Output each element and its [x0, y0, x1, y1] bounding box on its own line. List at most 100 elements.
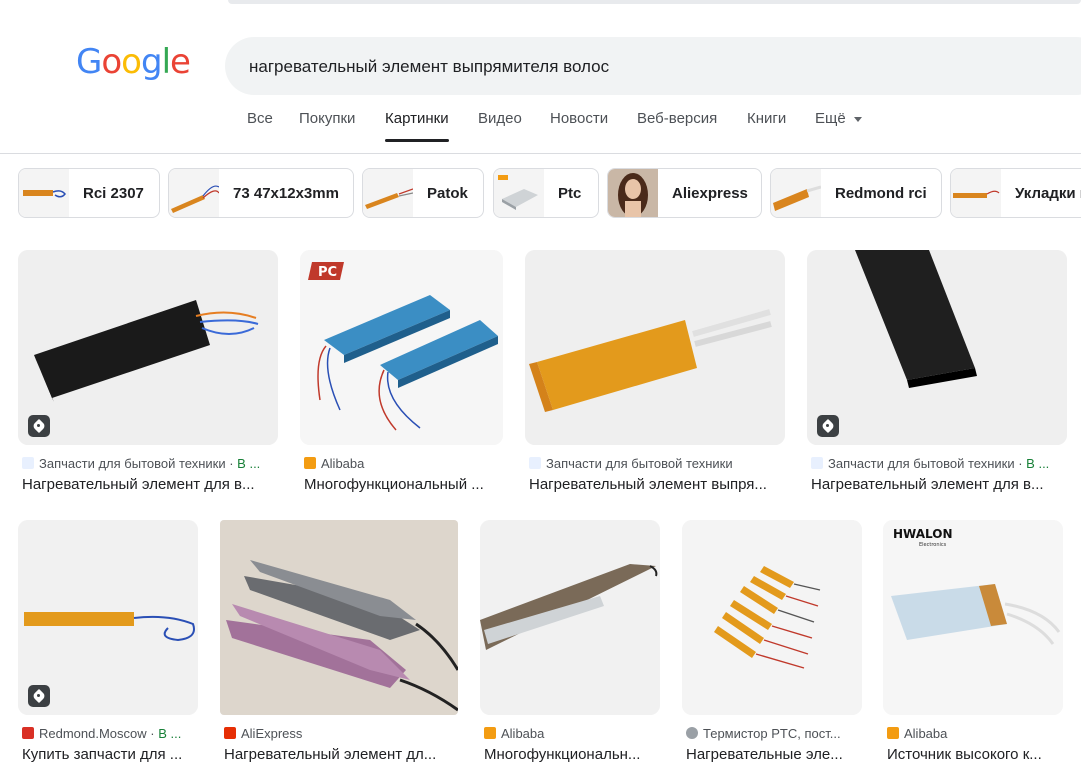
chip-ptc[interactable]: Ptc — [493, 168, 599, 218]
chip-rci-2307[interactable]: Rci 2307 — [18, 168, 160, 218]
tab-images[interactable]: Картинки — [385, 110, 449, 142]
tab-videos[interactable]: Видео — [478, 110, 522, 127]
result-title[interactable]: Купить запчасти для ... — [22, 746, 198, 763]
result-source[interactable]: Redmond.Moscow · В ... — [22, 726, 198, 741]
result-image[interactable] — [220, 520, 458, 715]
result-title[interactable]: Нагревательный элемент дл... — [224, 746, 458, 763]
aliexpress-icon — [224, 727, 236, 739]
product-tag-icon — [28, 415, 50, 437]
result-title[interactable]: Нагревательный элемент для в... — [811, 476, 1067, 493]
source-name: Запчасти для бытовой техники · — [828, 456, 1027, 471]
result-title[interactable]: Многофункциональный ... — [304, 476, 503, 493]
image-result[interactable]: HWALON Electronics Alibaba Источник высо… — [883, 520, 1063, 770]
image-result[interactable]: Alibaba Многофункциональн... — [480, 520, 660, 770]
redmond-icon — [22, 727, 34, 739]
result-title[interactable]: Многофункциональн... — [484, 746, 660, 763]
source-name: Запчасти для бытовой техники · — [39, 456, 238, 471]
source-name: Термистор PTC, пост... — [703, 726, 841, 741]
google-logo[interactable]: Google — [76, 42, 191, 82]
logo-letter: e — [170, 42, 191, 82]
zip-icon — [22, 457, 34, 469]
alibaba-icon — [484, 727, 496, 739]
chip-patok[interactable]: Patok — [362, 168, 484, 218]
globe-icon — [686, 727, 698, 739]
chip-73-47x12x3mm[interactable]: 73 47x12x3mm — [168, 168, 354, 218]
result-title[interactable]: Нагревательный элемент для в... — [22, 476, 278, 493]
caret-down-icon — [853, 116, 862, 122]
image-result[interactable]: PC Alibaba Многофункциональный ... — [300, 250, 503, 495]
header-divider — [0, 153, 1081, 154]
result-source[interactable]: AliExpress — [224, 726, 458, 741]
image-result[interactable]: Термистор PTC, пост... Нагревательные эл… — [682, 520, 862, 770]
result-title[interactable]: Источник высокого к... — [887, 746, 1063, 763]
hwalon-heater-image: HWALON Electronics — [883, 520, 1063, 715]
tab-all[interactable]: Все — [247, 110, 273, 127]
image-result[interactable]: Запчасти для бытовой техники Нагреватель… — [525, 250, 785, 495]
tab-books[interactable]: Книги — [747, 110, 786, 127]
chip-thumbnail — [363, 169, 413, 217]
product-tag-icon — [28, 685, 50, 707]
result-source[interactable]: Alibaba — [887, 726, 1063, 741]
chip-label: Aliexpress — [672, 185, 748, 202]
chip-label: 73 47x12x3mm — [233, 185, 339, 202]
in-stock-label: В ... — [158, 726, 182, 741]
chip-thumbnail — [19, 169, 69, 217]
zip-icon — [811, 457, 823, 469]
result-source[interactable]: Запчасти для бытовой техники · В ... — [811, 456, 1067, 471]
hwalon-logo-text: HWALON — [893, 527, 953, 541]
result-title[interactable]: Нагревательный элемент выпря... — [529, 476, 785, 493]
in-stock-label: В ... — [1026, 456, 1050, 471]
search-input[interactable] — [247, 37, 1071, 97]
chip-redmond-rci[interactable]: Redmond rci — [770, 168, 942, 218]
tab-web[interactable]: Веб-версия — [637, 110, 717, 127]
result-image[interactable] — [525, 250, 785, 445]
source-name: AliExpress — [241, 726, 303, 741]
blue-ptc-heater-image: PC — [300, 250, 503, 445]
result-source[interactable]: Alibaba — [484, 726, 660, 741]
source-name: Запчасти для бытовой техники — [546, 456, 733, 471]
tab-more-label: Ещё — [815, 110, 846, 127]
logo-letter: G — [76, 42, 102, 82]
result-image[interactable] — [18, 250, 278, 445]
tab-news[interactable]: Новости — [550, 110, 608, 127]
source-name: Alibaba — [904, 726, 948, 741]
result-source[interactable]: Запчасти для бытовой техники — [529, 456, 785, 471]
result-title[interactable]: Нагревательные эле... — [686, 746, 862, 763]
tab-more[interactable]: Ещё — [815, 110, 862, 127]
logo-letter: l — [161, 42, 172, 82]
chip-aliexpress[interactable]: Aliexpress — [607, 168, 762, 218]
result-image[interactable]: PC — [300, 250, 503, 445]
result-image[interactable] — [682, 520, 862, 715]
chip-label: Rci 2307 — [83, 185, 144, 202]
browser-top-strip — [0, 0, 1081, 8]
chip-label: Укладки в — [1015, 185, 1081, 202]
black-heating-plate-image — [18, 250, 278, 445]
logo-letter: o — [101, 42, 122, 82]
result-image[interactable]: HWALON Electronics — [883, 520, 1063, 715]
chip-thumbnail — [169, 169, 219, 217]
search-box[interactable] — [225, 37, 1081, 97]
result-image[interactable] — [807, 250, 1067, 445]
straightener-image — [480, 520, 660, 715]
in-stock-label: В ... — [237, 456, 261, 471]
chip-thumbnail — [771, 169, 821, 217]
result-source[interactable]: Запчасти для бытовой техники · В ... — [22, 456, 278, 471]
image-result[interactable]: Запчасти для бытовой техники · В ... Наг… — [18, 250, 278, 495]
tab-shopping[interactable]: Покупки — [299, 110, 355, 127]
image-result[interactable]: Redmond.Moscow · В ... Купить запчасти д… — [18, 520, 198, 770]
chip-ukladki[interactable]: Укладки в — [950, 168, 1081, 218]
image-result[interactable]: AliExpress Нагревательный элемент дл... — [220, 520, 458, 770]
logo-letter: o — [121, 42, 142, 82]
result-image[interactable] — [480, 520, 660, 715]
result-source[interactable]: Термистор PTC, пост... — [686, 726, 862, 741]
pc-logo-text: PC — [318, 265, 337, 280]
logo-letter: g — [140, 42, 163, 82]
zip-icon — [529, 457, 541, 469]
image-result[interactable]: Запчасти для бытовой техники · В ... Наг… — [807, 250, 1067, 495]
polyimide-heater-image — [525, 250, 785, 445]
result-image[interactable] — [18, 520, 198, 715]
source-name: Alibaba — [501, 726, 545, 741]
chip-thumbnail — [494, 169, 544, 217]
result-source[interactable]: Alibaba — [304, 456, 503, 471]
source-name: Redmond.Moscow · — [39, 726, 159, 741]
